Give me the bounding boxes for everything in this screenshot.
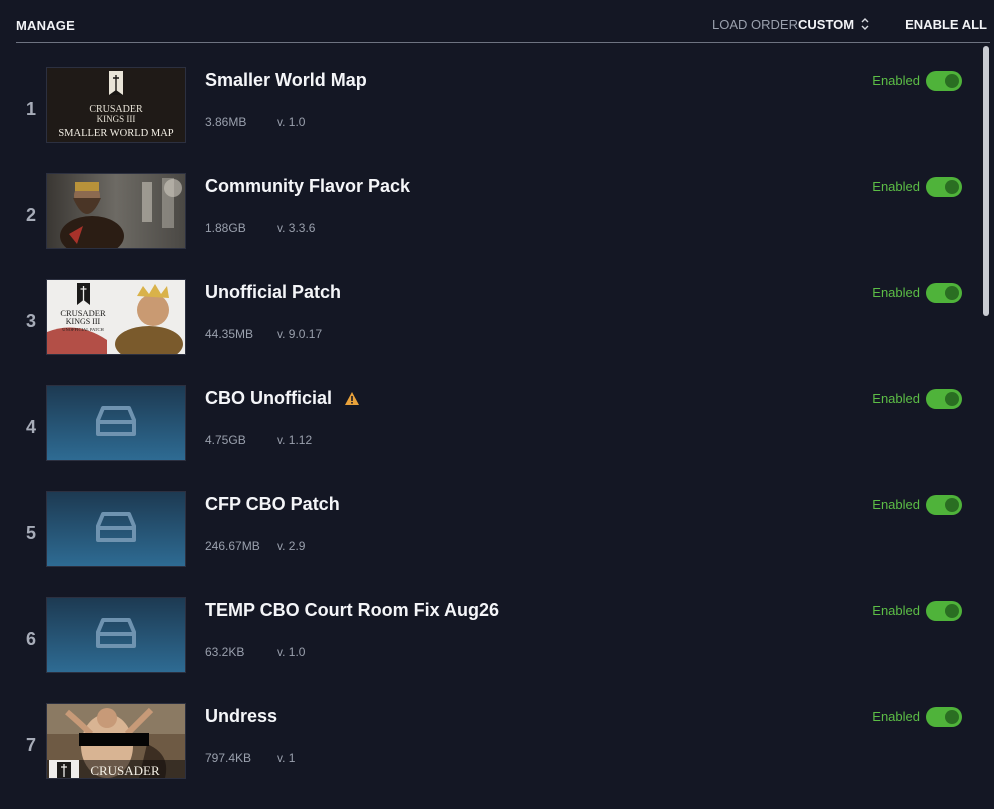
mod-row-4[interactable]: 4 CBO Unofficial 4.75GB v. 1.12 Enabled [0,361,980,467]
community-flavor-pack-thumbnail [46,173,186,249]
mod-size: 246.67MB [205,539,260,553]
placeholder-drive-thumbnail [46,491,186,567]
mod-status-label: Enabled [872,179,920,194]
mod-title: CBO Unofficial [205,388,333,408]
load-order-index: 2 [25,205,36,225]
mod-size: 44.35MB [205,327,254,341]
mod-row-6[interactable]: 6 TEMP CBO Court Room Fix Aug26 63.2KB v… [0,573,980,679]
mod-row-7[interactable]: 7 CRUSADER Undress 797.4KB v. 1 Enabled [0,679,980,785]
mod-version: v. 3.3.6 [277,221,316,235]
placeholder-drive-thumbnail [46,385,186,461]
mod-title: Smaller World Map [205,70,367,90]
mod-row-1[interactable]: 1 CRUSADER KINGS III SMALLER WORLD MAP S… [0,43,980,149]
load-order-index: 5 [25,523,36,543]
scrollbar-thumb[interactable] [983,46,989,316]
enable-toggle[interactable] [926,389,962,409]
mod-status-label: Enabled [872,73,920,88]
mod-status-label: Enabled [872,603,920,618]
enable-toggle[interactable] [926,601,962,621]
toggle-knob [945,74,959,88]
mod-status-label: Enabled [872,709,920,724]
toggle-knob [945,604,959,618]
mod-version: v. 1.12 [277,433,313,447]
load-order-index: 6 [25,629,36,649]
toggle-knob [945,180,959,194]
mod-version: v. 9.0.17 [277,327,323,341]
mod-version: v. 1 [277,751,296,765]
load-order-index: 1 [25,99,36,119]
mod-status-label: Enabled [872,285,920,300]
mod-version: v. 2.9 [277,539,306,553]
crown-sword-icon [77,283,90,305]
svg-text:KINGS III: KINGS III [97,114,136,124]
toggle-knob [945,286,959,300]
smaller-world-map-thumbnail: CRUSADER KINGS III SMALLER WORLD MAP [46,67,186,143]
placeholder-drive-thumbnail [46,597,186,673]
mod-size: 63.2KB [205,645,245,659]
toggle-knob [945,710,959,724]
mod-row-2[interactable]: 2 Community Flavor Pack 1.88GB v. 3.3.6 … [0,149,980,255]
mod-row-3[interactable]: 3 CRUSADER KINGS III UNOFFICIAL PATCH Un… [0,255,980,361]
undress-painting-thumbnail: CRUSADER [46,703,186,779]
warning-icon[interactable] [344,391,360,406]
crown-sword-icon [109,71,123,95]
enable-toggle[interactable] [926,177,962,197]
unofficial-patch-thumbnail: CRUSADER KINGS III UNOFFICIAL PATCH [46,279,186,355]
mod-size: 797.4KB [205,751,252,765]
load-order-dropdown[interactable]: CUSTOM [798,17,854,32]
svg-text:SMALLER WORLD MAP: SMALLER WORLD MAP [58,128,173,139]
toggle-knob [945,392,959,406]
enable-toggle[interactable] [926,283,962,303]
mod-row-5[interactable]: 5 CFP CBO Patch 246.67MB v. 2.9 Enabled [0,467,980,573]
crown-sword-icon [57,762,71,778]
sort-updown-icon[interactable] [860,16,870,32]
load-order-label: LOAD ORDER [712,17,798,32]
mod-title: Community Flavor Pack [205,176,411,196]
svg-text:KINGS III: KINGS III [66,317,101,326]
enable-toggle[interactable] [926,707,962,727]
toggle-knob [945,498,959,512]
load-order-index: 4 [25,417,36,437]
enable-toggle[interactable] [926,71,962,91]
mod-title: CFP CBO Patch [205,494,340,514]
manage-title: MANAGE [16,18,75,33]
mod-title: Unofficial Patch [205,282,342,302]
mod-status-label: Enabled [872,391,920,406]
enable-all-button[interactable]: ENABLE ALL [905,17,987,32]
mod-title: TEMP CBO Court Room Fix Aug26 [205,600,500,620]
mod-version: v. 1.0 [277,645,306,659]
load-order-index: 3 [25,311,36,331]
svg-text:CRUSADER: CRUSADER [90,763,160,778]
svg-text:UNOFFICIAL PATCH: UNOFFICIAL PATCH [62,327,104,332]
enable-toggle[interactable] [926,495,962,515]
mod-version: v. 1.0 [277,115,306,129]
mod-title: Undress [205,706,278,726]
manage-header: MANAGE LOAD ORDER CUSTOM ENABLE ALL [0,0,994,43]
mod-size: 3.86MB [205,115,247,129]
mod-size: 4.75GB [205,433,246,447]
mod-size: 1.88GB [205,221,246,235]
mod-status-label: Enabled [872,497,920,512]
load-order-index: 7 [25,735,36,755]
